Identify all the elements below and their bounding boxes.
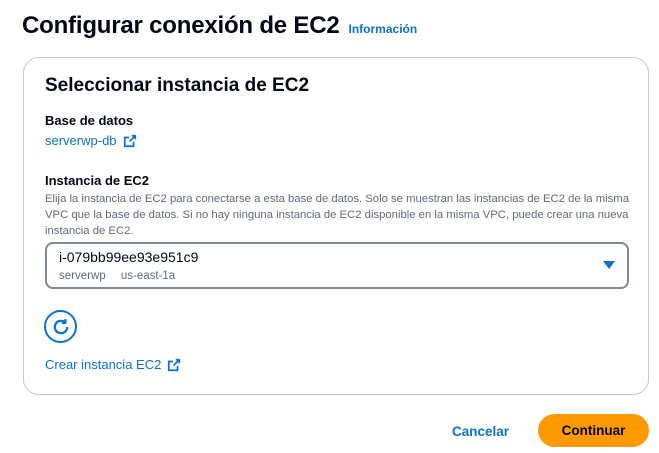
database-link-text[interactable]: serverwp-db — [45, 133, 117, 148]
info-link[interactable]: Información — [349, 22, 418, 36]
create-ec2-link[interactable]: Crear instancia EC2 — [45, 357, 181, 372]
page-header: Configurar conexión de EC2 Información — [22, 12, 417, 40]
external-link-icon — [168, 358, 181, 371]
container-title: Seleccionar instancia de EC2 — [45, 75, 310, 96]
instance-zone-tag: us-east-1a — [120, 270, 176, 282]
external-link-icon — [123, 134, 136, 147]
ec2-instance-label: Instancia de EC2 — [45, 173, 150, 188]
refresh-button[interactable] — [44, 310, 77, 343]
ec2-instance-description: Elija la instancia de EC2 para conectars… — [45, 193, 629, 237]
database-label: Base de datos — [45, 113, 134, 128]
instance-tags: serverwp us-east-1a — [59, 270, 175, 282]
instance-name-tag: serverwp — [59, 270, 106, 282]
database-link[interactable]: serverwp-db — [45, 133, 137, 148]
page-title: Configurar conexión de EC2 — [22, 12, 340, 39]
create-ec2-link-text[interactable]: Crear instancia EC2 — [45, 357, 161, 372]
ec2-instance-select[interactable]: i-079bb99ee93e951c9 serverwp us-east-1a — [45, 242, 629, 289]
refresh-icon — [53, 318, 68, 334]
select-ec2-container: Seleccionar instancia de EC2 Base de dat… — [23, 57, 649, 395]
caret-down-icon — [603, 261, 615, 269]
cancel-button[interactable]: Cancelar — [452, 424, 509, 439]
continue-button[interactable]: Continuar — [538, 414, 649, 447]
selected-instance-id: i-079bb99ee93e951c9 — [59, 249, 199, 265]
